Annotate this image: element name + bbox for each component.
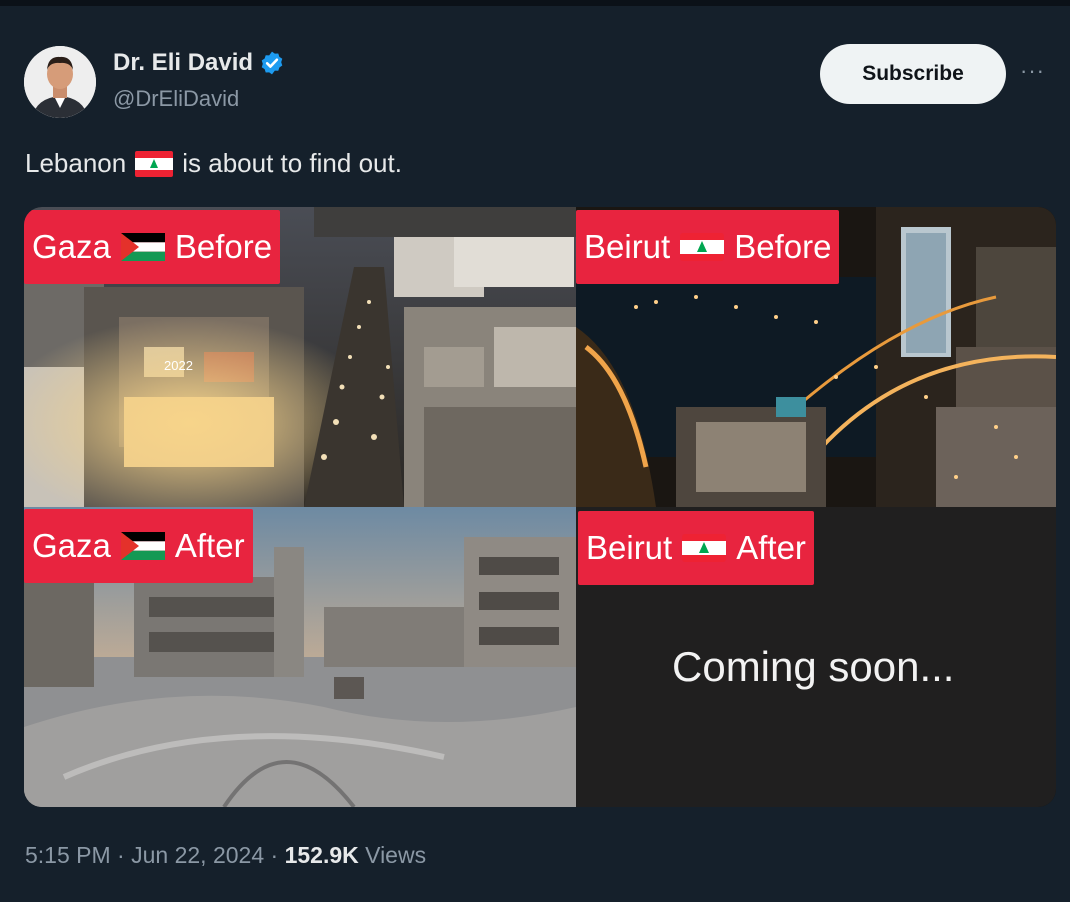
subscribe-button[interactable]: Subscribe (820, 44, 1006, 104)
tweet-meta: 5:15 PM · Jun 22, 2024 · 152.9K Views (25, 842, 426, 869)
gaza-before-label: Gaza Before (24, 210, 281, 284)
views-count[interactable]: 152.9K (285, 842, 359, 868)
more-options-icon[interactable]: ··· (1020, 58, 1045, 84)
beirut-after-panel[interactable]: Beirut After Coming soon... (576, 507, 1056, 807)
building-sign-text: 2022 (164, 358, 193, 373)
tweet-time[interactable]: 5:15 PM (25, 842, 111, 868)
beirut-after-label: Beirut After (578, 511, 814, 585)
gaza-before-photo[interactable]: 2022 Gaza Before (24, 207, 576, 507)
avatar-image (24, 46, 96, 118)
verified-badge-icon (261, 51, 283, 75)
lebanon-flag-icon (135, 150, 174, 177)
views-label[interactable]: Views (365, 842, 426, 868)
palestine-flag-icon (120, 532, 165, 560)
tweet-text: Lebanon is about to find out. (25, 148, 402, 179)
gaza-after-city: Gaza (32, 527, 111, 564)
beirut-before-city: Beirut (584, 228, 671, 265)
gaza-after-stage: After (174, 527, 245, 564)
gaza-before-city: Gaza (32, 228, 111, 265)
meta-separator: · (270, 842, 279, 868)
tweet-text-part-2: is about to find out. (182, 148, 402, 178)
avatar[interactable] (24, 46, 96, 118)
beirut-before-label: Beirut Before (576, 210, 840, 284)
gaza-after-photo[interactable]: Gaza After (24, 507, 576, 807)
author-name[interactable]: Dr. Eli David (113, 49, 285, 77)
meta-separator: · (117, 842, 125, 868)
lebanon-flag-icon (682, 534, 727, 562)
window-top-edge (0, 0, 1070, 6)
beirut-before-stage: Before (734, 228, 832, 265)
beirut-before-photo[interactable]: Beirut Before (576, 207, 1056, 507)
gaza-before-stage: Before (174, 228, 273, 265)
author-handle[interactable]: @DrEliDavid (113, 86, 239, 112)
tweet-date[interactable]: Jun 22, 2024 (131, 842, 264, 868)
lebanon-flag-icon (680, 233, 725, 261)
tweet-text-part-1: Lebanon (25, 148, 127, 178)
media-grid[interactable]: 2022 Gaza Before Beirut Before Gaza Afte… (24, 207, 1056, 807)
palestine-flag-icon (120, 233, 165, 261)
author-name-text[interactable]: Dr. Eli David (113, 49, 253, 77)
gaza-after-label: Gaza After (24, 509, 253, 583)
coming-soon-text: Coming soon... (672, 643, 955, 690)
beirut-after-city: Beirut (586, 529, 673, 566)
beirut-after-stage: After (736, 529, 806, 566)
